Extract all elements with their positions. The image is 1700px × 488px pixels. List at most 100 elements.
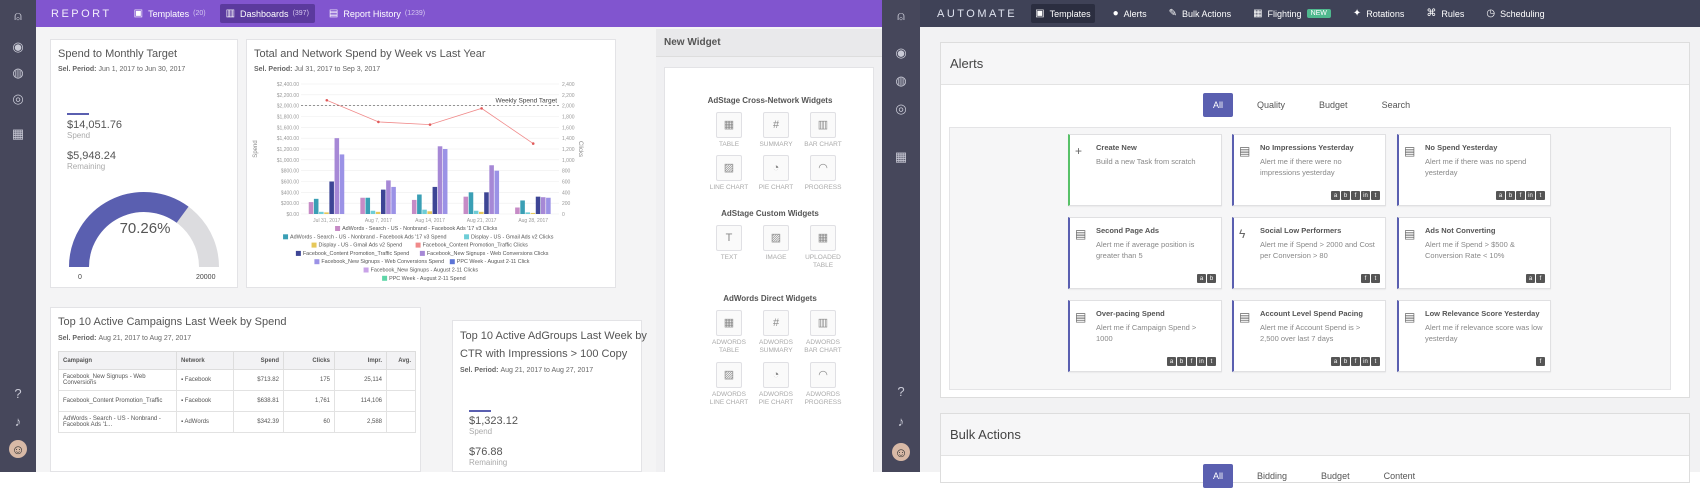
- widget-image[interactable]: ▨ IMAGE: [753, 225, 799, 262]
- help-icon[interactable]: ?: [892, 382, 910, 400]
- tab-budget[interactable]: Budget: [1311, 464, 1360, 488]
- cell-campaign: AdWords - Search - US - Nonbrand - Faceb…: [58, 411, 177, 433]
- col-campaign[interactable]: Campaign: [58, 351, 177, 370]
- chart-bar: [525, 212, 531, 214]
- sel-label: Sel. Period:: [254, 66, 293, 73]
- card-title: Create New: [1096, 143, 1137, 152]
- alert-template-card[interactable]: ϟ Social Low Performers Alert me if Spend …: [1232, 217, 1386, 289]
- channel-icon: a: [1526, 274, 1535, 283]
- widget-text[interactable]: T TEXT: [706, 225, 752, 262]
- plus-circle-icon: +: [1075, 144, 1083, 158]
- nav-alerts[interactable]: ● Alerts: [1109, 4, 1151, 23]
- templates-icon: ▣: [133, 8, 144, 19]
- dashboard-icon[interactable]: ◎: [892, 100, 910, 118]
- apps-icon[interactable]: ▦: [9, 125, 27, 143]
- channel-icons: ab: [1196, 274, 1216, 283]
- widget-summary[interactable]: # SUMMARY: [753, 112, 799, 149]
- legend-item: PPC Week - August 2-11 Click: [457, 259, 530, 265]
- bell-icon[interactable]: ♪: [9, 412, 27, 430]
- dashboard-icon[interactable]: ◎: [9, 90, 27, 108]
- alert-template-card[interactable]: + Create New Build a new Task from scratch: [1068, 134, 1222, 206]
- apps-icon[interactable]: ▦: [892, 148, 910, 166]
- rocket-icon[interactable]: ◉: [892, 44, 910, 62]
- chart-bar: [468, 192, 474, 214]
- table-row[interactable]: AdWords - Search - US - Nonbrand - Faceb…: [58, 411, 416, 433]
- tab-all[interactable]: All: [1203, 464, 1234, 488]
- remaining-value: $76.88: [469, 446, 503, 458]
- bell-icon[interactable]: ♪: [892, 412, 910, 430]
- globe-icon[interactable]: ◍: [9, 64, 27, 82]
- widget-adwords-summary[interactable]: # ADWORDS SUMMARY: [753, 310, 799, 355]
- chart-bar: [540, 197, 546, 214]
- user-icon[interactable]: ⍝: [892, 7, 910, 25]
- cell-campaign: Facebook_New Signups - Web Conversions: [58, 369, 177, 391]
- nav-scheduling[interactable]: ◷ Scheduling: [1482, 4, 1548, 23]
- alert-template-card[interactable]: ▤ Second Page Ads Alert me if average posi…: [1068, 217, 1222, 289]
- tab-quality[interactable]: Quality: [1247, 93, 1295, 117]
- channel-icon: b: [1506, 191, 1515, 200]
- nav-rotations[interactable]: ✦ Rotations: [1349, 4, 1408, 23]
- widget-pie-chart[interactable]: ◔ PIE CHART: [753, 155, 799, 192]
- channel-icon: f: [1516, 191, 1525, 200]
- top-adgroups-card[interactable]: Top 10 Active AdGroups Last Week by CTR …: [452, 320, 647, 472]
- clipboard-icon: ▤: [1075, 227, 1087, 241]
- widget-table[interactable]: ▦ TABLE: [706, 112, 752, 149]
- widget-adwords-bar-chart[interactable]: ▥ ADWORDS BAR CHART: [800, 310, 846, 355]
- widget-bar-chart[interactable]: ▥ BAR CHART: [800, 112, 846, 149]
- globe-icon[interactable]: ◍: [892, 72, 910, 90]
- widget-adwords-line-chart[interactable]: ▨ ADWORDS LINE CHART: [706, 362, 752, 407]
- col-impr[interactable]: Impr.: [334, 351, 387, 370]
- rocket-icon[interactable]: ◉: [9, 38, 27, 56]
- widget-adwords-table[interactable]: ▦ ADWORDS TABLE: [706, 310, 752, 355]
- help-icon[interactable]: ?: [9, 384, 27, 402]
- spend-target-card[interactable]: Spend to Monthly Target Sel. Period: Jun…: [50, 39, 238, 288]
- col-network[interactable]: Network: [176, 351, 234, 370]
- channel-icon: b: [1177, 357, 1186, 366]
- nav-templates[interactable]: ▣ Templates (20): [128, 4, 212, 23]
- nav-rules[interactable]: ⌘ Rules: [1422, 4, 1468, 23]
- avatar[interactable]: ☺: [9, 440, 27, 458]
- widget-line-chart[interactable]: ▨ LINE CHART: [706, 155, 752, 192]
- alert-template-card[interactable]: ▤ Over-pacing Spend Alert me if Campaign S…: [1068, 300, 1222, 372]
- legend-swatch: [382, 275, 388, 281]
- widget-label: TABLE: [718, 141, 740, 148]
- table-row[interactable]: Facebook_New Signups - Web Conversions ▪…: [58, 369, 416, 391]
- col-clicks[interactable]: Clicks: [283, 351, 335, 370]
- cell-network: ▪ AdWords: [176, 411, 234, 433]
- y-tick-label: $0.00: [286, 212, 299, 218]
- alert-template-card[interactable]: ▤ No Impressions Yesterday Alert me if the…: [1232, 134, 1386, 206]
- network-spend-card[interactable]: Total and Network Spend by Week vs Last …: [246, 39, 616, 288]
- nav-report-history[interactable]: ▤ Report History (1239): [323, 4, 431, 23]
- nav-templates[interactable]: ▣ Templates: [1031, 4, 1095, 23]
- chart-bar: [360, 197, 365, 214]
- y2-tick-label: 0: [562, 212, 565, 218]
- col-spend[interactable]: Spend: [233, 351, 284, 370]
- table-row[interactable]: Facebook_Content Promotion_Traffic ▪ Fac…: [58, 390, 416, 412]
- nav-bulk-actions[interactable]: ✎ Bulk Actions: [1165, 4, 1235, 23]
- widget-adwords-pie-chart[interactable]: ◔ ADWORDS PIE CHART: [753, 362, 799, 407]
- widget-uploaded-table[interactable]: ▦ UPLOADED TABLE: [800, 225, 846, 270]
- nav-dashboards[interactable]: ▥ Dashboards (397): [219, 4, 315, 23]
- automate-topbar: AUTOMATE ▣ Templates ● Alerts ✎ Bulk Action…: [920, 0, 1700, 27]
- tab-all[interactable]: All: [1203, 93, 1234, 117]
- legend-item: Facebook_New Signups - August 2-11 Click…: [371, 268, 479, 274]
- alert-template-card[interactable]: ▤ Ads Not Converting Alert me if Spend > $…: [1397, 217, 1551, 289]
- alert-template-card[interactable]: ▤ Account Level Spend Pacing Alert me if A…: [1232, 300, 1386, 372]
- tab-content[interactable]: Content: [1374, 464, 1426, 488]
- widget-adwords-progress[interactable]: ◠ ADWORDS PROGRESS: [800, 362, 846, 407]
- tab-search[interactable]: Search: [1372, 93, 1421, 117]
- bulk-actions-section: Bulk Actions All Bidding Budget Content: [940, 413, 1690, 488]
- alert-template-card[interactable]: ▤ No Spend Yesterday Alert me if there was…: [1397, 134, 1551, 206]
- legend-item: Display - US - Gmail Ads v2 Spend: [319, 243, 403, 249]
- tab-budget[interactable]: Budget: [1309, 93, 1358, 117]
- alert-template-card[interactable]: ▤ Low Relevance Score Yesterday Alert me i…: [1397, 300, 1551, 372]
- user-icon[interactable]: ⍝: [9, 7, 27, 25]
- avatar[interactable]: ☺: [892, 443, 910, 461]
- col-avg[interactable]: Avg.: [386, 351, 416, 370]
- y-tick-label: $1,200.00: [277, 147, 299, 153]
- widget-progress[interactable]: ◠ PROGRESS: [800, 155, 846, 192]
- text-icon: T: [716, 225, 742, 251]
- nav-flighting[interactable]: ▦ Flighting NEW: [1249, 4, 1335, 23]
- top-campaigns-card[interactable]: Top 10 Active Campaigns Last Week by Spe…: [50, 307, 421, 472]
- tab-bidding[interactable]: Bidding: [1247, 464, 1297, 488]
